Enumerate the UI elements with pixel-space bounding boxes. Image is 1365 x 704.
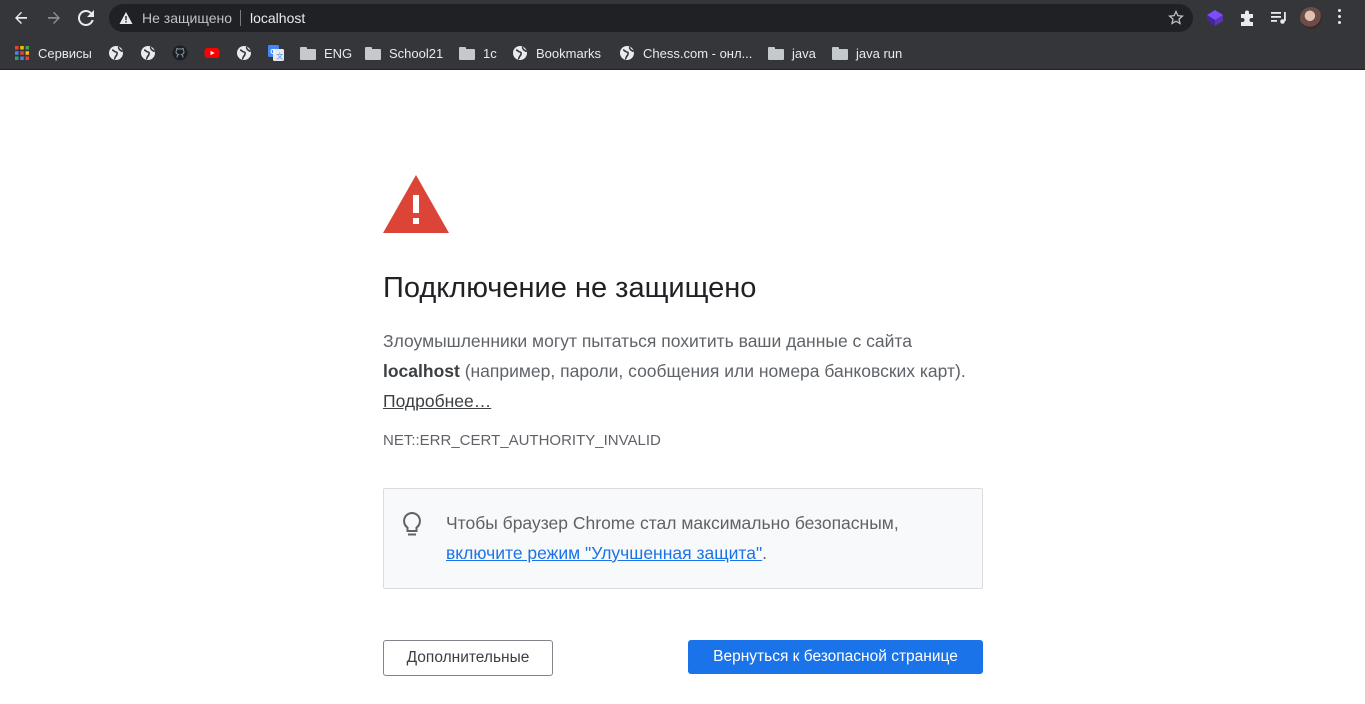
media-control-icon[interactable] — [1269, 8, 1289, 28]
lightbulb-icon — [403, 511, 421, 536]
security-interstitial: Подключение не защищено Злоумышленники м… — [0, 71, 1365, 704]
enhanced-protection-link[interactable]: включите режим "Улучшенная защита" — [446, 543, 762, 563]
advanced-button[interactable]: Дополнительные — [383, 640, 553, 676]
warning-triangle-icon — [383, 175, 449, 233]
folder-icon — [832, 46, 848, 60]
tip-end: . — [762, 543, 768, 563]
bookmark-folder-java-run[interactable]: java run — [832, 42, 902, 64]
extension-cube-icon[interactable] — [1205, 8, 1225, 28]
bookmark-label: Chess.com - онл... — [643, 45, 753, 61]
bookmark-label: ENG — [324, 45, 353, 61]
back-to-safety-button[interactable]: Вернуться к безопасной странице — [688, 640, 983, 674]
arrow-right-icon — [48, 11, 60, 24]
url-text[interactable]: localhost — [250, 10, 305, 26]
bookmark-translate[interactable]: G文 — [268, 42, 284, 64]
globe-icon — [513, 46, 527, 60]
bookmark-github[interactable] — [172, 42, 188, 64]
globe-icon — [109, 46, 123, 60]
bookmark-label: java run — [856, 45, 903, 61]
bookmark-folder-java[interactable]: java — [768, 42, 816, 64]
bookmark-label: Сервисы — [38, 45, 92, 61]
globe-icon — [141, 46, 155, 60]
enhanced-protection-tip: Чтобы браузер Chrome стал максимально бе… — [383, 488, 983, 589]
learn-more-link[interactable]: Подробнее… — [383, 391, 491, 411]
star-icon[interactable] — [1168, 10, 1184, 26]
browser-toolbar: Не защищено localhost — [0, 0, 1365, 36]
bookmark-label: School21 — [389, 45, 444, 61]
bookmark-label: java — [792, 45, 816, 61]
bookmark-chess[interactable]: Chess.com - онл... — [619, 42, 752, 64]
reload-button[interactable] — [73, 5, 99, 31]
bookmark-folder-1c[interactable]: 1c — [459, 42, 497, 64]
bookmarks-bar: Сервисы G文 ENG School21 1c Bookmarks Che… — [0, 36, 1365, 70]
youtube-icon — [204, 48, 220, 58]
tip-text: Чтобы браузер Chrome стал максимально бе… — [446, 508, 966, 568]
folder-icon — [768, 46, 784, 60]
bookmark-youtube[interactable] — [204, 42, 220, 64]
profile-avatar[interactable] — [1300, 7, 1322, 29]
google-translate-icon: G文 — [268, 45, 284, 61]
bookmark-folder-eng[interactable]: ENG — [300, 42, 352, 64]
tip-message: Чтобы браузер Chrome стал максимально бе… — [446, 513, 899, 533]
description-text: Злоумышленники могут пытаться похитить в… — [383, 331, 912, 351]
error-description: Злоумышленники могут пытаться похитить в… — [383, 326, 983, 416]
omnibox-divider — [240, 10, 241, 26]
bookmark-label: 1c — [483, 45, 497, 61]
globe-icon — [620, 46, 634, 60]
extensions-puzzle-icon[interactable] — [1237, 8, 1257, 28]
github-icon — [172, 45, 188, 61]
bookmark-services[interactable]: Сервисы — [14, 42, 92, 64]
folder-icon — [365, 46, 381, 60]
more-menu-icon[interactable] — [1338, 9, 1342, 27]
bookmark-globe-2[interactable] — [140, 42, 156, 64]
arrow-left-icon — [15, 11, 27, 24]
security-status[interactable]: Не защищено — [142, 10, 232, 26]
globe-icon — [237, 46, 251, 60]
folder-icon — [459, 46, 475, 60]
bookmark-globe-1[interactable] — [108, 42, 124, 64]
bookmark-folder-school21[interactable]: School21 — [365, 42, 443, 64]
bookmark-globe-3[interactable] — [236, 42, 252, 64]
description-text-continued: (например, пароли, сообщения или номера … — [459, 361, 966, 381]
error-code[interactable]: NET::ERR_CERT_AUTHORITY_INVALID — [383, 432, 661, 449]
bookmark-label: Bookmarks — [536, 45, 602, 61]
address-bar[interactable]: Не защищено localhost — [109, 4, 1193, 32]
warning-icon[interactable] — [119, 11, 133, 25]
forward-button[interactable] — [41, 5, 67, 31]
host-name: localhost — [383, 361, 460, 381]
apps-grid-icon — [15, 46, 29, 60]
svg-text:G: G — [270, 49, 276, 56]
bookmark-bookmarks[interactable]: Bookmarks — [512, 42, 601, 64]
page-title: Подключение не защищено — [383, 272, 757, 304]
back-button[interactable] — [8, 5, 34, 31]
reload-icon — [78, 10, 94, 26]
folder-icon — [300, 46, 316, 60]
svg-text:文: 文 — [276, 52, 283, 61]
